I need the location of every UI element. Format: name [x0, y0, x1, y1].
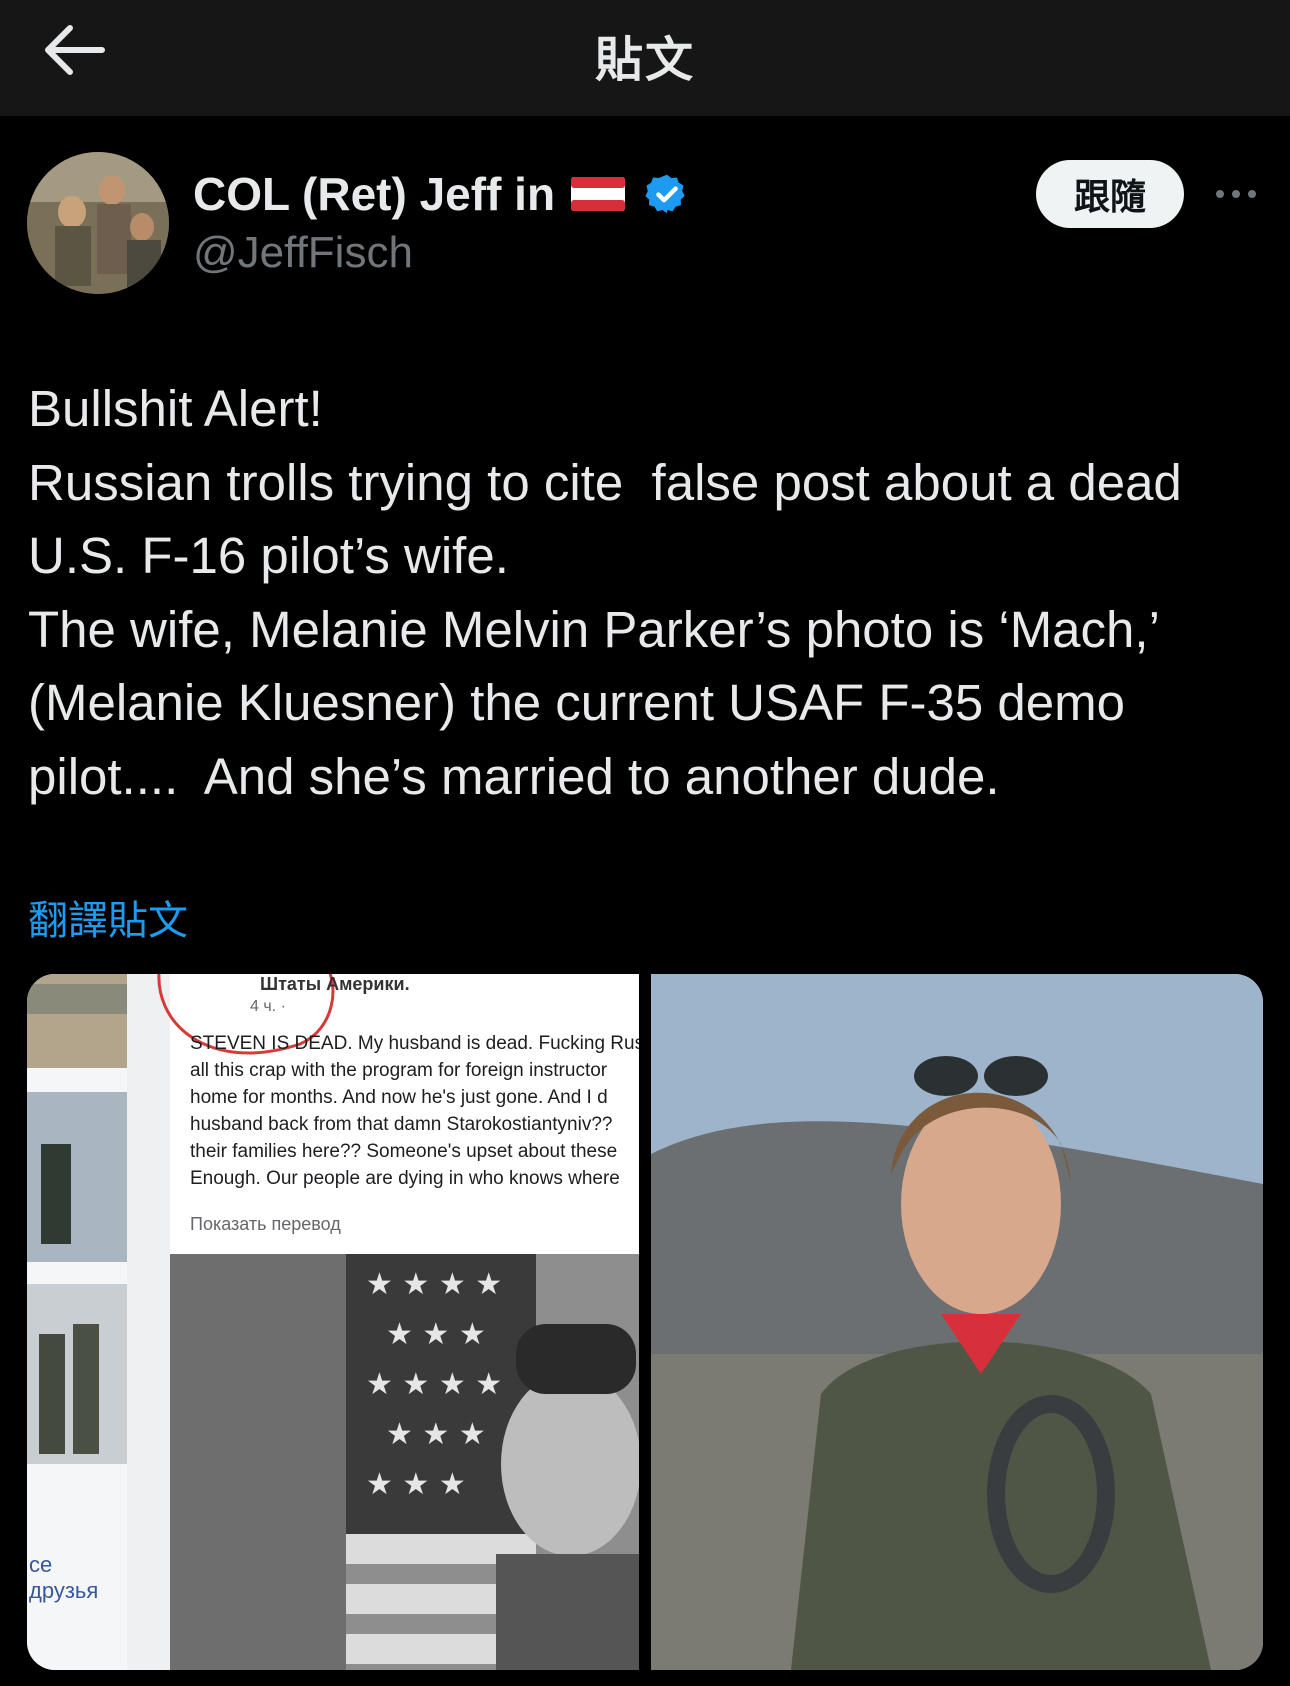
fb-post-header: Штаты Америки.: [260, 974, 410, 994]
fb-text-line: STEVEN IS DEAD. My husband is dead. Fuck…: [190, 1033, 639, 1054]
post-line: The wife, Melanie Melvin Parker’s photo …: [28, 600, 1160, 658]
follow-button[interactable]: 跟隨: [1036, 160, 1184, 228]
fb-text-line: home for months. And now he's just gone.…: [190, 1087, 608, 1108]
fb-post-text: STEVEN IS DEAD. My husband is dead. Fuck…: [190, 1030, 639, 1192]
facebook-post-card: Штаты Америки. 4 ч. · STEVEN IS DEAD. My…: [157, 974, 639, 1254]
svg-text:★ ★ ★: ★ ★ ★: [386, 1417, 486, 1452]
avatar[interactable]: [27, 152, 169, 294]
svg-text:★ ★ ★: ★ ★ ★: [386, 1317, 486, 1352]
svg-text:★ ★ ★: ★ ★ ★: [366, 1467, 466, 1502]
post-line: Bullshit Alert!: [28, 380, 323, 437]
verified-badge-icon: [645, 174, 685, 214]
page-title: 貼文: [594, 34, 695, 87]
fb-text-line: all this crap with the program for forei…: [190, 1060, 608, 1081]
post-line: U.S. F-16 pilot’s wife.: [28, 527, 509, 584]
fb-text-line: their families here?? Someone's upset ab…: [190, 1141, 618, 1162]
fb-show-translation: Показать перевод: [190, 1214, 341, 1234]
fb-text-line: husband back from that damn Starokostian…: [190, 1114, 613, 1135]
man-with-flag-photo: ★ ★ ★ ★ ★ ★ ★ ★ ★ ★ ★ ★ ★ ★ ★ ★ ★: [346, 1254, 639, 1670]
svg-text:★ ★ ★ ★: ★ ★ ★ ★: [366, 1267, 502, 1302]
translate-post-link[interactable]: 翻譯貼文: [28, 888, 188, 946]
top-bar: 貼文: [0, 0, 1290, 116]
media-image-left[interactable]: се друзья Штаты Америки. 4 ч. · STEVEN I…: [27, 974, 639, 1670]
more-options-icon[interactable]: [1212, 176, 1260, 212]
fb-post-time: 4 ч. ·: [250, 998, 286, 1015]
austria-flag-icon: [571, 177, 626, 211]
post-text: Bullshit Alert! Russian trolls trying to…: [28, 372, 1268, 813]
friends-link: се друзья: [29, 1552, 99, 1603]
user-handle[interactable]: @JeffFisch: [193, 228, 413, 278]
pilot-photo: [651, 974, 1263, 1670]
post-line: Russian trolls trying to cite false post…: [28, 453, 1182, 511]
gray-panel: [170, 1254, 346, 1670]
post-line: pilot.... And she’s married to another d…: [28, 747, 1000, 805]
display-name[interactable]: COL (Ret) Jeff in: [193, 167, 555, 221]
post-line: (Melanie Kluesner) the current USAF F-35…: [28, 674, 1125, 731]
fb-text-line: Enough. Our people are dying in who know…: [190, 1168, 620, 1189]
media-image-right[interactable]: [651, 974, 1263, 1670]
author-name-row[interactable]: COL (Ret) Jeff in: [193, 164, 689, 224]
sidebar-photos-strip: се друзья: [27, 974, 127, 1670]
svg-text:★ ★ ★ ★: ★ ★ ★ ★: [366, 1367, 502, 1402]
